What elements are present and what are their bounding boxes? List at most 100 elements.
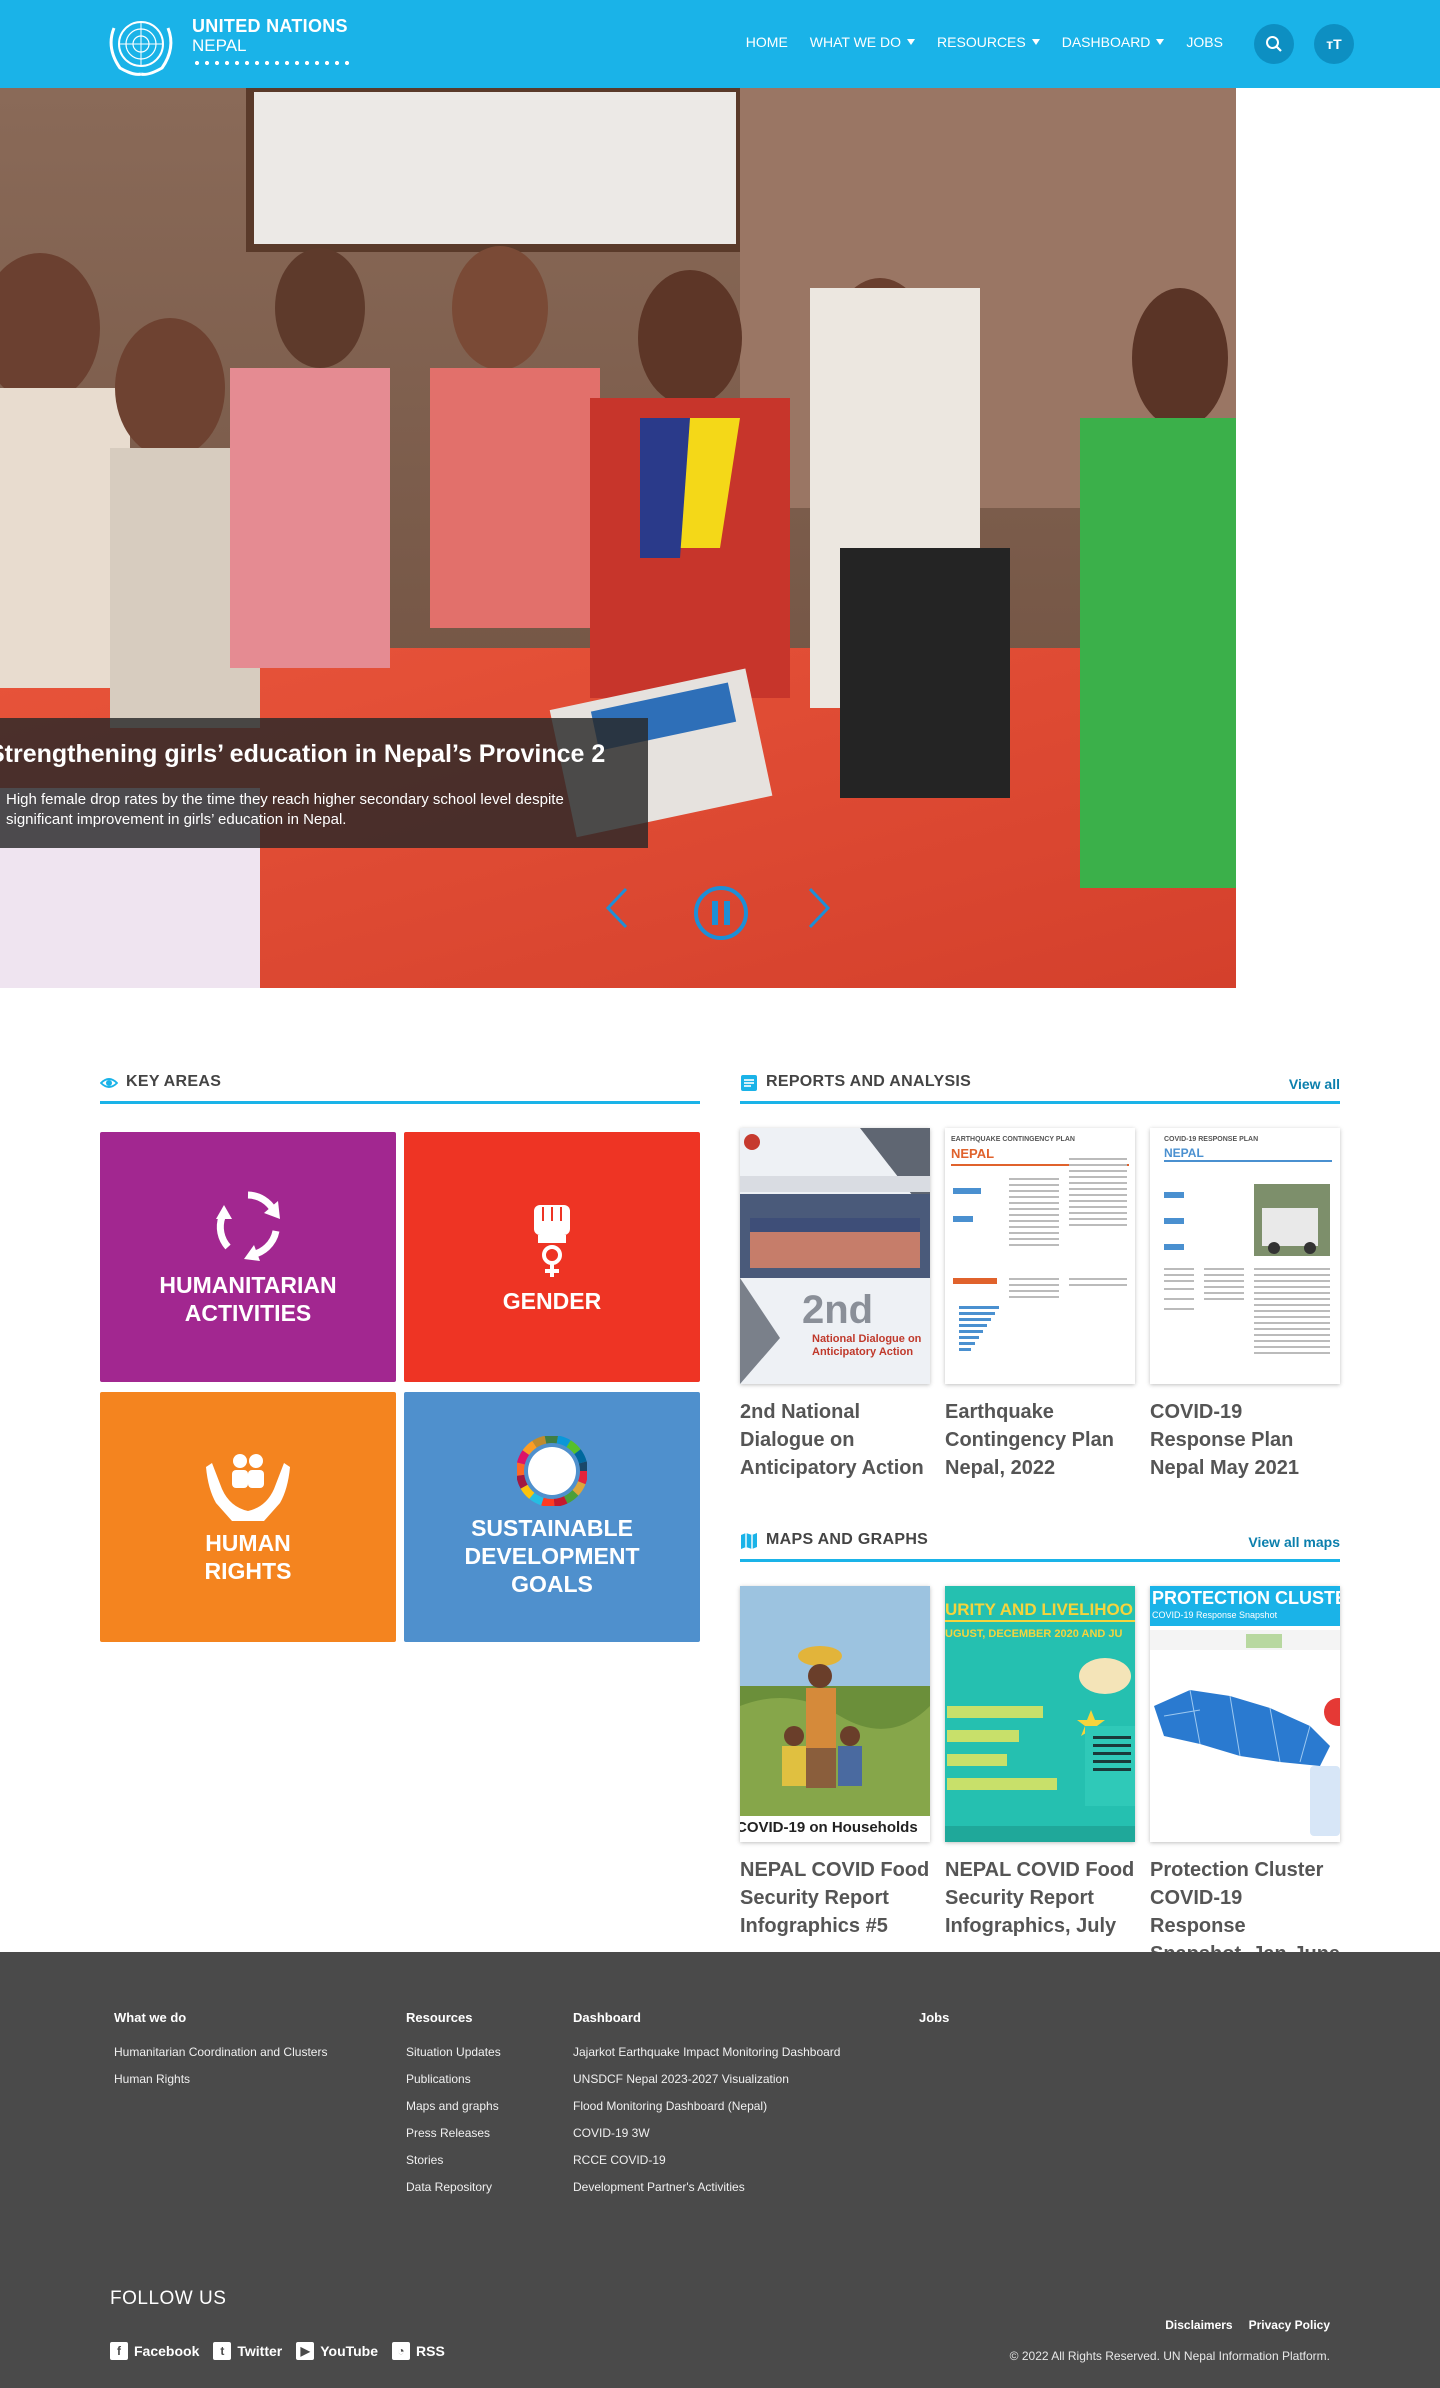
document-icon [741, 1075, 757, 1091]
report-cover-text: National Dialogue on Anticipatory Action [812, 1333, 922, 1358]
follow-us-heading: FOLLOW US [110, 2288, 227, 2309]
footer-link[interactable]: UNSDCF Nepal 2023-2027 Visualization [573, 2066, 840, 2093]
reports-title: REPORTS AND ANALYSIS [766, 1073, 972, 1090]
footer-link[interactable]: Flood Monitoring Dashboard (Nepal) [573, 2093, 840, 2120]
footer-column-dashboard: Dashboard Jajarkot Earthquake Impact Mon… [573, 2010, 840, 2201]
map-cover: URITY AND LIVELIHOO UGUST, DECEMBER 2020… [945, 1586, 1135, 1842]
nav-jobs[interactable]: JOBS [1175, 34, 1234, 50]
logo-dots [192, 60, 352, 66]
footer-link[interactable]: Press Releases [406, 2120, 501, 2147]
report-title[interactable]: Earthquake Contingency Plan Nepal, 2022 [945, 1398, 1137, 1482]
view-all-reports-link[interactable]: View all [1289, 1076, 1340, 1092]
footer-link[interactable]: Stories [406, 2147, 501, 2174]
site-footer: What we do Humanitarian Coordination and… [0, 1952, 1440, 2388]
report-cover-art [1164, 1160, 1332, 1354]
report-cover-art [951, 1158, 1129, 1351]
site-header: UNITED NATIONS NEPAL HOME WHAT WE DO RES… [0, 0, 1440, 88]
social-rss[interactable]: ◔ RSS [392, 2342, 445, 2360]
rss-icon: ◔ [392, 2342, 411, 2360]
nav-what-we-do[interactable]: WHAT WE DO [799, 34, 926, 50]
key-areas-header: KEY AREAS [100, 1070, 700, 1104]
maps-title: MAPS AND GRAPHS [766, 1531, 929, 1548]
maps-header: MAPS AND GRAPHS View all maps [740, 1528, 1340, 1562]
logo-subtitle: NEPAL [192, 36, 247, 55]
nav-label: JOBS [1186, 34, 1223, 50]
report-title[interactable]: 2nd National Dialogue on Anticipatory Ac… [740, 1398, 932, 1482]
nav-resources[interactable]: RESOURCES [926, 34, 1051, 50]
footer-link[interactable]: Publications [406, 2066, 501, 2093]
hands-people-icon [206, 1454, 290, 1521]
recycle-arrows-icon [216, 1191, 280, 1261]
footer-heading[interactable]: Dashboard [573, 2010, 840, 2025]
report-cover: 2nd National Dialogue on Anticipatory Ac… [740, 1128, 930, 1384]
view-all-maps-link[interactable]: View all maps [1248, 1534, 1340, 1550]
tile-label: HUMANITARIAN ACTIVITIES [159, 1272, 337, 1326]
tile-label: GENDER [502, 1288, 602, 1314]
map-cover: COVID-19 on Households [740, 1586, 930, 1842]
report-cover: EARTHQUAKE CONTINGENCY PLAN NEPAL [945, 1128, 1135, 1384]
youtube-icon: ▶ [296, 2342, 315, 2360]
footer-heading[interactable]: Resources [406, 2010, 501, 2025]
hero-carousel: Strengthening girls’ education in Nepal’… [0, 88, 1236, 988]
disclaimers-link[interactable]: Disclaimers [1165, 2318, 1232, 2332]
twitter-icon: t [213, 2342, 232, 2360]
footer-link[interactable]: Maps and graphs [406, 2093, 501, 2120]
map-title[interactable]: NEPAL COVID Food Security Report Infogra… [740, 1856, 932, 1940]
key-areas-title: KEY AREAS [126, 1073, 222, 1090]
privacy-policy-link[interactable]: Privacy Policy [1249, 2318, 1330, 2332]
raised-fist-icon [534, 1205, 570, 1277]
social-youtube[interactable]: ▶ YouTube [296, 2342, 378, 2360]
copyright-text: © 2022 All Rights Reserved. UN Nepal Inf… [1009, 2349, 1330, 2363]
footer-column-what-we-do: What we do Humanitarian Coordination and… [114, 2010, 327, 2093]
social-label: Twitter [237, 2343, 283, 2359]
eye-icon [100, 1078, 118, 1088]
map-title[interactable]: NEPAL COVID Food Security Report Infogra… [945, 1856, 1137, 1940]
social-twitter[interactable]: t Twitter [213, 2342, 282, 2360]
footer-column-jobs: Jobs [919, 2010, 949, 2039]
nav-home[interactable]: HOME [735, 34, 799, 50]
map-cover-text: COVID-19 on Households [740, 1819, 918, 1836]
reports-header: REPORTS AND ANALYSIS View all [740, 1070, 1340, 1104]
pause-icon[interactable] [692, 884, 750, 942]
nav-dashboard[interactable]: DASHBOARD [1051, 34, 1176, 50]
social-facebook[interactable]: f Facebook [110, 2342, 199, 2360]
footer-heading[interactable]: Jobs [919, 2010, 949, 2025]
footer-heading[interactable]: What we do [114, 2010, 327, 2025]
footer-link[interactable]: Jajarkot Earthquake Impact Monitoring Da… [573, 2039, 840, 2066]
hero-photo [0, 88, 1236, 988]
map-icon [741, 1533, 757, 1549]
un-nepal-logo[interactable]: UNITED NATIONS NEPAL [100, 8, 360, 78]
tile-human-rights[interactable]: HUMAN RIGHTS [100, 1392, 396, 1642]
map-cover-art [945, 1620, 1135, 1842]
footer-link[interactable]: Situation Updates [406, 2039, 501, 2066]
footer-column-resources: Resources Situation Updates Publications… [406, 2010, 501, 2201]
chevron-right-icon[interactable] [804, 883, 834, 933]
footer-link[interactable]: COVID-19 3W [573, 2120, 840, 2147]
caret-down-icon [1031, 39, 1040, 45]
map-cover-art [740, 1586, 930, 1842]
slide-title[interactable]: Strengthening girls’ education in Nepal’… [0, 740, 605, 769]
tile-label: HUMAN RIGHTS [204, 1530, 292, 1584]
footer-link[interactable]: RCCE COVID-19 [573, 2147, 840, 2174]
nav-label: WHAT WE DO [809, 34, 902, 50]
footer-link[interactable]: Human Rights [114, 2066, 327, 2093]
slide-description: High female drop rates by the time they … [6, 791, 564, 828]
report-title[interactable]: COVID-19 Response Plan Nepal May 2021 [1150, 1398, 1342, 1482]
social-label: YouTube [320, 2343, 379, 2359]
caret-down-icon [907, 39, 916, 45]
map-cover-art [1150, 1630, 1340, 1836]
slide-caption: Strengthening girls’ education in Nepal’… [0, 718, 648, 848]
search-icon [1266, 36, 1282, 52]
tile-sustainable-development-goals[interactable]: SUSTAINABLE DEVELOPMENT GOALS [404, 1392, 700, 1642]
tile-humanitarian-activities[interactable]: HUMANITARIAN ACTIVITIES [100, 1132, 396, 1382]
text-size-icon: тТ [1326, 36, 1342, 52]
tile-gender[interactable]: GENDER [404, 1132, 700, 1382]
footer-link[interactable]: Data Repository [406, 2174, 501, 2201]
footer-link[interactable]: Humanitarian Coordination and Clusters [114, 2039, 327, 2066]
footer-link[interactable]: Development Partner's Activities [573, 2174, 840, 2201]
chevron-left-icon[interactable] [602, 883, 632, 933]
search-button[interactable] [1254, 24, 1294, 64]
text-size-button[interactable]: тТ [1314, 24, 1354, 64]
logo-title: UNITED NATIONS [192, 16, 348, 36]
nav-label: RESOURCES [937, 34, 1026, 50]
